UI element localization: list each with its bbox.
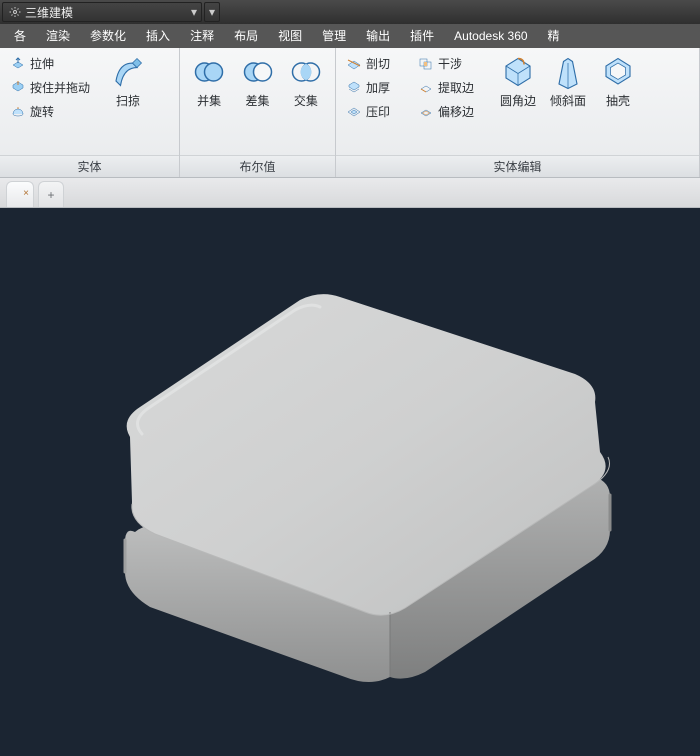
revolve-button[interactable]: 旋转 [6, 100, 102, 122]
shell-icon [600, 54, 636, 90]
menu-item[interactable]: 插件 [400, 24, 444, 48]
offsetedge-button[interactable]: 偏移边 [414, 100, 492, 122]
button-label: 提取边 [438, 79, 474, 96]
panel-title: 实体 [0, 155, 179, 177]
document-tabstrip: × + [0, 178, 700, 208]
extractedge-icon [418, 79, 434, 95]
rounded-box-solid [70, 272, 630, 692]
sweep-button[interactable]: 扫掠 [104, 52, 152, 155]
ribbon-panel-solidedit: 剖切 加厚 压印 干涉 提取边 [336, 48, 700, 177]
menubar: 各 渲染 参数化 插入 注释 布局 视图 管理 输出 插件 Autodesk 3… [0, 24, 700, 48]
union-button[interactable]: 并集 [186, 52, 232, 155]
menu-item[interactable]: 注释 [180, 24, 224, 48]
workspace-dropdown[interactable]: 三维建模 ▾ [2, 2, 202, 22]
menu-item[interactable]: 管理 [312, 24, 356, 48]
ribbon-panel-solid: 拉伸 按住并拖动 旋转 扫掠 实体 [0, 48, 180, 177]
presspull-icon [10, 79, 26, 95]
button-label: 交集 [294, 92, 318, 109]
menu-item[interactable]: 精 [538, 24, 570, 48]
thicken-icon [346, 79, 362, 95]
button-label: 圆角边 [500, 92, 536, 109]
button-label: 按住并拖动 [30, 79, 90, 96]
button-label: 并集 [197, 92, 221, 109]
menu-item[interactable]: 视图 [268, 24, 312, 48]
imprint-icon [346, 103, 362, 119]
menu-item[interactable]: 布局 [224, 24, 268, 48]
intersect-icon [288, 54, 324, 90]
taperface-button[interactable]: 倾斜面 [544, 52, 592, 155]
filletedge-button[interactable]: 圆角边 [494, 52, 542, 155]
viewport-3d[interactable] [0, 208, 700, 756]
menu-item-autodesk360[interactable]: Autodesk 360 [444, 24, 537, 48]
button-label: 拉伸 [30, 55, 54, 72]
button-label: 扫掠 [116, 92, 140, 109]
button-label: 加厚 [366, 79, 390, 96]
close-icon[interactable]: × [23, 188, 29, 199]
ribbon: 拉伸 按住并拖动 旋转 扫掠 实体 并集 [0, 48, 700, 178]
intersect-button[interactable]: 交集 [283, 52, 329, 155]
offsetedge-icon [418, 103, 434, 119]
new-tab-button[interactable]: + [38, 181, 64, 207]
thicken-button[interactable]: 加厚 [342, 76, 412, 98]
document-tab[interactable]: × [6, 181, 34, 207]
button-label: 差集 [245, 92, 269, 109]
button-label: 旋转 [30, 103, 54, 120]
ribbon-panel-boolean: 并集 差集 交集 布尔值 [180, 48, 336, 177]
extrude-icon [10, 55, 26, 71]
button-label: 偏移边 [438, 103, 474, 120]
panel-title: 布尔值 [180, 155, 335, 177]
revolve-icon [10, 103, 26, 119]
workspace-mini-button[interactable]: ▾ [204, 2, 220, 22]
fillet-icon [500, 54, 536, 90]
panel-title: 实体编辑 [336, 155, 699, 177]
button-label: 倾斜面 [550, 92, 586, 109]
workspace-label: 三维建模 [25, 4, 73, 21]
taper-icon [550, 54, 586, 90]
sweep-icon [110, 54, 146, 90]
slice-button[interactable]: 剖切 [342, 52, 412, 74]
button-label: 抽壳 [606, 92, 630, 109]
presspull-button[interactable]: 按住并拖动 [6, 76, 102, 98]
shell-button[interactable]: 抽壳 [594, 52, 642, 155]
button-label: 干涉 [438, 55, 462, 72]
subtract-button[interactable]: 差集 [234, 52, 280, 155]
menu-item[interactable]: 各 [4, 24, 36, 48]
interfere-icon [418, 55, 434, 71]
union-icon [191, 54, 227, 90]
menu-item[interactable]: 渲染 [36, 24, 80, 48]
menu-item[interactable]: 插入 [136, 24, 180, 48]
chevron-down-icon: ▾ [209, 5, 215, 19]
imprint-button[interactable]: 压印 [342, 100, 412, 122]
menu-item[interactable]: 参数化 [80, 24, 136, 48]
slice-icon [346, 55, 362, 71]
button-label: 剖切 [366, 55, 390, 72]
extrude-button[interactable]: 拉伸 [6, 52, 102, 74]
subtract-icon [240, 54, 276, 90]
button-label: 压印 [366, 103, 390, 120]
plus-icon: + [47, 188, 54, 202]
menu-item[interactable]: 输出 [356, 24, 400, 48]
titlebar: 三维建模 ▾ ▾ [0, 0, 700, 24]
interfere-button[interactable]: 干涉 [414, 52, 492, 74]
chevron-down-icon: ▾ [179, 5, 197, 19]
extractedge-button[interactable]: 提取边 [414, 76, 492, 98]
gear-icon [9, 6, 21, 18]
